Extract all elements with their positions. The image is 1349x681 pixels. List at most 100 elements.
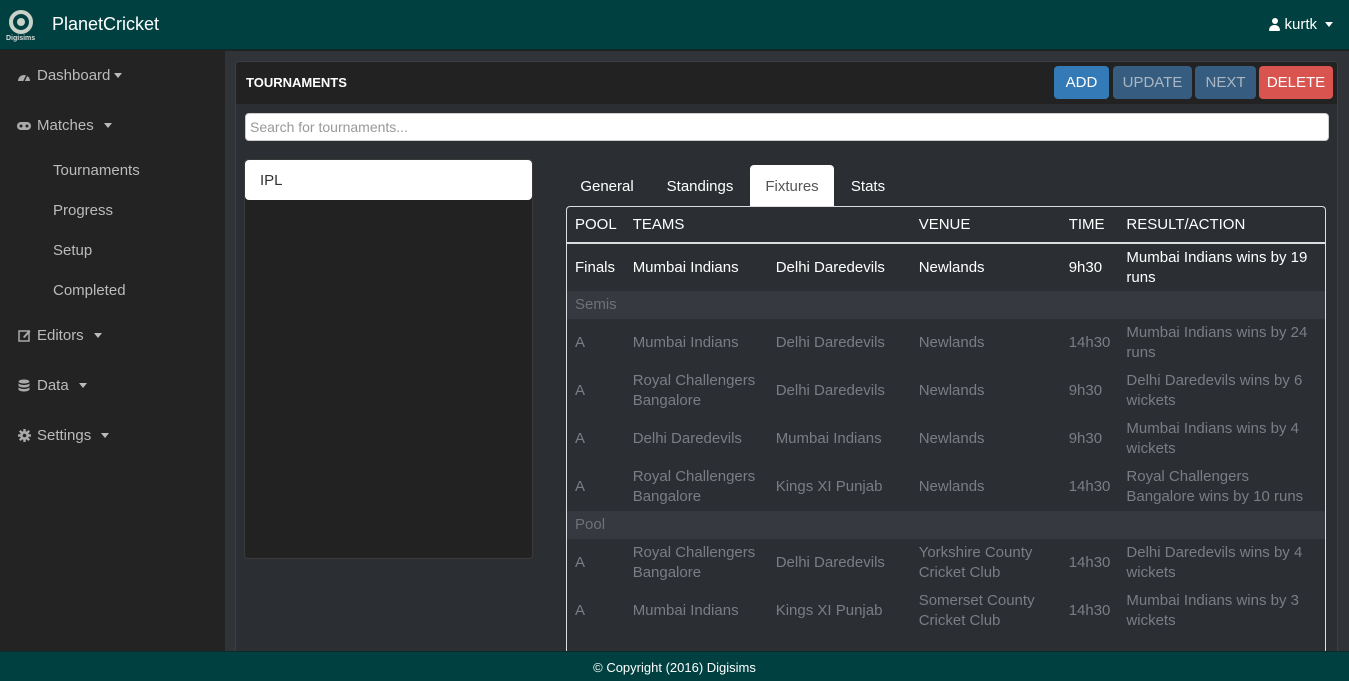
cell-team1: Royal Challengers Bangalore <box>632 468 756 505</box>
cell-result: Delhi Daredevils wins by 4 wickets <box>1126 544 1303 581</box>
tab-general[interactable]: General <box>566 165 648 207</box>
cell-team2: Delhi Daredevils <box>775 258 885 276</box>
cell-result: Mumbai Indians wins by 24 runs <box>1126 324 1308 361</box>
table-row[interactable]: A Mumbai Indians Kings XI Punjab Somerse… <box>567 587 1325 635</box>
tab-fixtures[interactable]: Fixtures <box>750 165 834 207</box>
sidebar-item-label: Settings <box>37 427 92 444</box>
cell-result: Royal Challengers Bangalore wins by 10 r… <box>1126 468 1304 505</box>
cell-venue: Somerset County Cricket Club <box>918 592 1035 629</box>
cell-time: 14h30 <box>1068 334 1111 351</box>
cell-team2: Delhi Daredevils <box>775 382 885 399</box>
cell-team2: Mumbai Indians <box>775 430 882 447</box>
header-teams: TEAMS <box>624 207 768 244</box>
cell-result: Mumbai Indians wins by 3 wickets <box>1126 592 1299 629</box>
header-time: TIME <box>1060 207 1119 244</box>
sidebar-subitem-tournaments[interactable]: Tournaments <box>53 162 140 179</box>
cell-team1: Delhi Daredevils <box>632 430 742 447</box>
cell-venue: Yorkshire County Cricket Club <box>918 544 1033 581</box>
table-row[interactable]: A Royal Challengers Bangalore Kings XI P… <box>567 463 1325 511</box>
fixtures-table: POOL TEAMS VENUE TIME RESULT/ACTION Fina… <box>567 207 1325 660</box>
cell-team2: Kings XI Punjab <box>775 478 883 495</box>
caret-down-icon <box>101 433 110 438</box>
cell-result: Mumbai Indians wins by 4 wickets <box>1126 420 1299 457</box>
dashboard-icon <box>17 69 31 83</box>
list-scrollbar[interactable] <box>533 159 543 559</box>
cell-time: 14h30 <box>1068 554 1111 571</box>
caret-down-icon <box>1325 22 1333 27</box>
brand-name[interactable]: PlanetCricket <box>52 14 159 35</box>
top-navbar: Digisims PlanetCricket kurtk <box>0 0 1349 50</box>
update-button[interactable]: UPDATE <box>1113 66 1192 99</box>
database-icon <box>17 379 31 393</box>
table-row[interactable]: A Royal Challengers Bangalore Delhi Dare… <box>567 539 1325 587</box>
user-menu[interactable]: kurtk <box>1269 16 1333 33</box>
sidebar-item-editors[interactable]: Editors <box>17 327 102 344</box>
cell-venue: Newlands <box>918 258 985 276</box>
cell-team2: Delhi Daredevils <box>775 554 885 571</box>
edit-icon <box>17 329 31 343</box>
group-row: Semis <box>567 291 1325 319</box>
tab-stats[interactable]: Stats <box>836 165 900 207</box>
logo-text: Digisims <box>6 35 36 42</box>
main-content: TOURNAMENTS ADD UPDATE NEXT DELETE IPL G… <box>225 51 1349 661</box>
footer: © Copyright (2016) Digisims <box>0 651 1349 681</box>
digisims-logo[interactable]: Digisims <box>6 10 38 44</box>
table-row[interactable]: Finals Mumbai Indians Delhi Daredevils N… <box>567 243 1325 291</box>
group-label: Pool <box>567 511 1325 539</box>
sidebar-subitem-completed[interactable]: Completed <box>53 282 126 299</box>
cell-result: Delhi Daredevils wins by 6 wickets <box>1126 372 1303 409</box>
table-row[interactable]: A Mumbai Indians Delhi Daredevils Newlan… <box>567 319 1325 367</box>
cell-venue: Newlands <box>918 334 985 351</box>
cell-pool: A <box>575 430 586 447</box>
add-button[interactable]: ADD <box>1054 66 1109 99</box>
fixtures-table-container: POOL TEAMS VENUE TIME RESULT/ACTION Fina… <box>566 206 1326 660</box>
sidebar-subitem-setup[interactable]: Setup <box>53 242 92 259</box>
list-item[interactable]: IPL <box>245 160 532 200</box>
cell-time: 14h30 <box>1068 478 1111 495</box>
delete-button[interactable]: DELETE <box>1259 66 1333 99</box>
caret-down-icon <box>114 73 123 78</box>
cell-venue: Newlands <box>918 430 985 447</box>
group-label: Semis <box>567 291 1325 319</box>
copyright-text: © Copyright (2016) Digisims <box>593 660 756 675</box>
next-button[interactable]: NEXT <box>1195 66 1256 99</box>
header-venue: VENUE <box>910 207 1061 244</box>
tab-bar: General Standings Fixtures Stats <box>566 165 1326 207</box>
cell-pool: A <box>575 334 586 351</box>
tournaments-panel: TOURNAMENTS ADD UPDATE NEXT DELETE IPL G… <box>235 61 1338 661</box>
cell-pool: A <box>575 478 586 495</box>
cell-pool: Finals <box>575 258 616 276</box>
panel-title: TOURNAMENTS <box>246 75 347 90</box>
search-input[interactable] <box>245 113 1329 141</box>
sidebar-item-label: Dashboard <box>37 67 111 84</box>
cell-team2: Delhi Daredevils <box>775 334 885 351</box>
cell-pool: A <box>575 602 586 619</box>
sidebar-item-dashboard[interactable]: Dashboard <box>17 67 123 84</box>
tab-standings[interactable]: Standings <box>652 165 748 207</box>
caret-down-icon <box>103 123 112 128</box>
cell-team1: Mumbai Indians <box>632 258 739 276</box>
cell-pool: A <box>575 554 586 571</box>
gear-icon <box>17 429 31 443</box>
group-row: Pool <box>567 511 1325 539</box>
table-row[interactable]: A Royal Challengers Bangalore Delhi Dare… <box>567 367 1325 415</box>
header-result: RESULT/ACTION <box>1118 207 1325 244</box>
sidebar-item-label: Data <box>37 377 69 394</box>
cell-time: 9h30 <box>1068 382 1103 399</box>
sidebar-item-matches[interactable]: Matches <box>17 117 112 134</box>
sidebar: Dashboard Matches Tournaments Progress S… <box>0 51 225 651</box>
cell-venue: Newlands <box>918 478 985 495</box>
header-teams-2 <box>767 207 911 244</box>
panel-header: TOURNAMENTS ADD UPDATE NEXT DELETE <box>236 62 1337 104</box>
logo-dot <box>17 18 25 26</box>
cell-time: 9h30 <box>1068 430 1103 447</box>
cell-team1: Royal Challengers Bangalore <box>632 372 756 409</box>
sidebar-item-data[interactable]: Data <box>17 377 87 394</box>
cell-time: 14h30 <box>1068 602 1111 619</box>
cell-team1: Mumbai Indians <box>632 602 739 619</box>
sidebar-item-settings[interactable]: Settings <box>17 427 110 444</box>
cell-team1: Royal Challengers Bangalore <box>632 544 756 581</box>
tournament-list: IPL <box>244 159 533 559</box>
table-row[interactable]: A Delhi Daredevils Mumbai Indians Newlan… <box>567 415 1325 463</box>
sidebar-subitem-progress[interactable]: Progress <box>53 202 113 219</box>
